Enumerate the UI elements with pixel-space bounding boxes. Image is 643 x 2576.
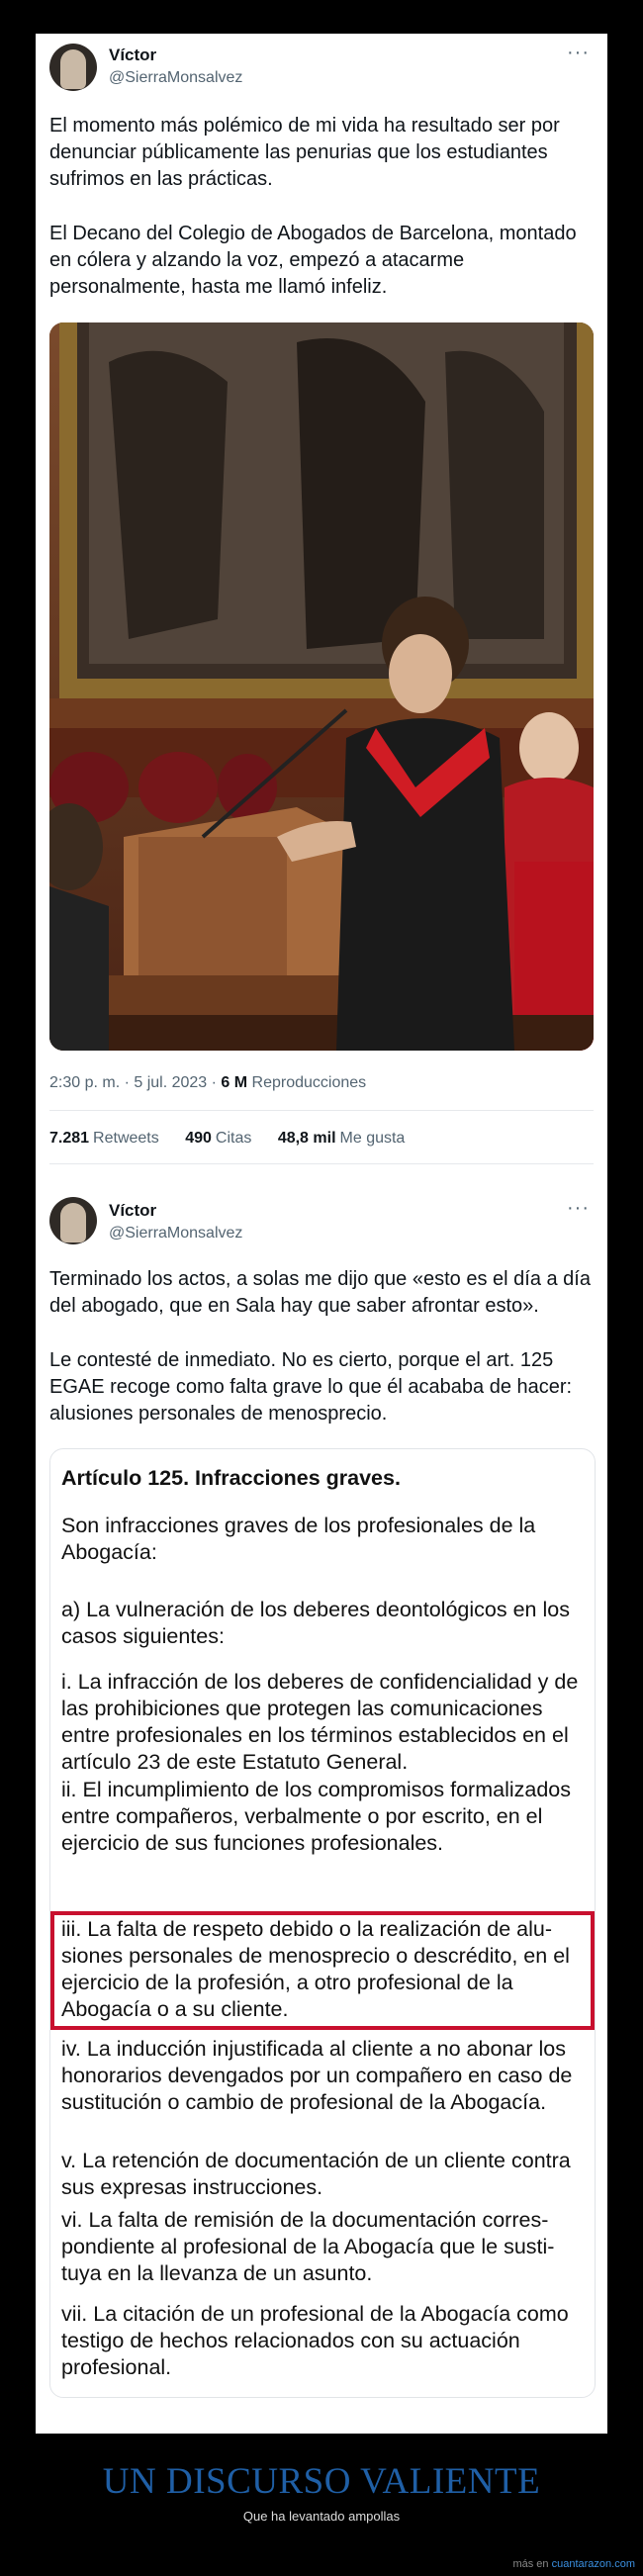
post-headline: UN DISCURSO VALIENTE <box>102 2461 541 2502</box>
site-link[interactable]: cuantarazon.com <box>552 2558 635 2570</box>
post-subtitle: Que ha levantado ampollas <box>242 2509 401 2524</box>
article-title: Artículo 125. Infracciones graves. <box>61 1466 401 1490</box>
site-footer: más en cuantarazon.com <box>512 2558 635 2570</box>
divider <box>49 1163 594 1164</box>
tweet-card-1: Víctor @SierraMonsalvez ··· El momento m… <box>36 34 607 1183</box>
article-item-vii: vii. La citación de un profesional de la… <box>61 2302 569 2379</box>
document-screenshot[interactable]: Artículo 125. Infracciones graves. Son i… <box>49 1448 596 2398</box>
divider <box>49 1110 594 1111</box>
author-avatar[interactable] <box>49 1197 97 1244</box>
speaker-at-podium-image <box>49 322 594 1051</box>
timestamp-text: 2:30 p. m. · 5 jul. 2023 · <box>49 1074 222 1091</box>
article-item-iv: iv. La inducción injustificada al client… <box>61 2037 573 2114</box>
tweet-text-paragraph-2: El Decano del Colegio de Abogados de Bar… <box>49 223 577 298</box>
article-item-v: v. La retención de documentación de un c… <box>61 2149 571 2199</box>
article-item-vi: vi. La falta de remisión de la documenta… <box>61 2208 555 2285</box>
views-count: 6 M <box>221 1074 248 1091</box>
more-options-icon[interactable]: ··· <box>567 42 590 64</box>
article-intro: Son infracciones graves de los profesion… <box>61 1514 536 1564</box>
footer-prefix: más en <box>512 2558 552 2570</box>
article-item-a: a) La vulneración de los deberes deontol… <box>61 1598 570 1648</box>
article-item-i: i. La infracción de los deberes de confi… <box>61 1670 579 1774</box>
tweet-photo[interactable] <box>49 322 594 1051</box>
likes-stat[interactable]: 48,8 mil Me gusta <box>278 1130 406 1147</box>
highlight-box <box>50 1911 595 2030</box>
tweet-timestamp[interactable]: 2:30 p. m. · 5 jul. 2023 · 6 M Reproducc… <box>49 1074 366 1092</box>
tweet-stats: 7.281 Retweets 490 Citas 48,8 mil Me gusta <box>49 1130 426 1148</box>
author-handle[interactable]: @SierraMonsalvez <box>109 1225 242 1242</box>
tweet-text-paragraph-1: Terminado los actos, a solas me dijo que… <box>49 1268 591 1317</box>
author-avatar[interactable] <box>49 44 97 91</box>
more-options-icon[interactable]: ··· <box>567 1197 590 1220</box>
tweet-card-2: Víctor @SierraMonsalvez ··· Terminado lo… <box>36 1183 607 2434</box>
tweet-text-paragraph-1: El momento más polémico de mi vida ha re… <box>49 115 560 190</box>
views-label: Reproducciones <box>247 1074 367 1091</box>
retweets-stat[interactable]: 7.281 Retweets <box>49 1130 159 1147</box>
author-handle[interactable]: @SierraMonsalvez <box>109 69 242 87</box>
author-name[interactable]: Víctor <box>109 1201 156 1221</box>
author-name[interactable]: Víctor <box>109 46 156 65</box>
article-item-ii: ii. El incumplimiento de los compromisos… <box>61 1778 571 1855</box>
tweet-text-paragraph-2: Le contesté de inmediato. No es cierto, … <box>49 1349 573 1425</box>
quotes-stat[interactable]: 490 Citas <box>185 1130 251 1147</box>
